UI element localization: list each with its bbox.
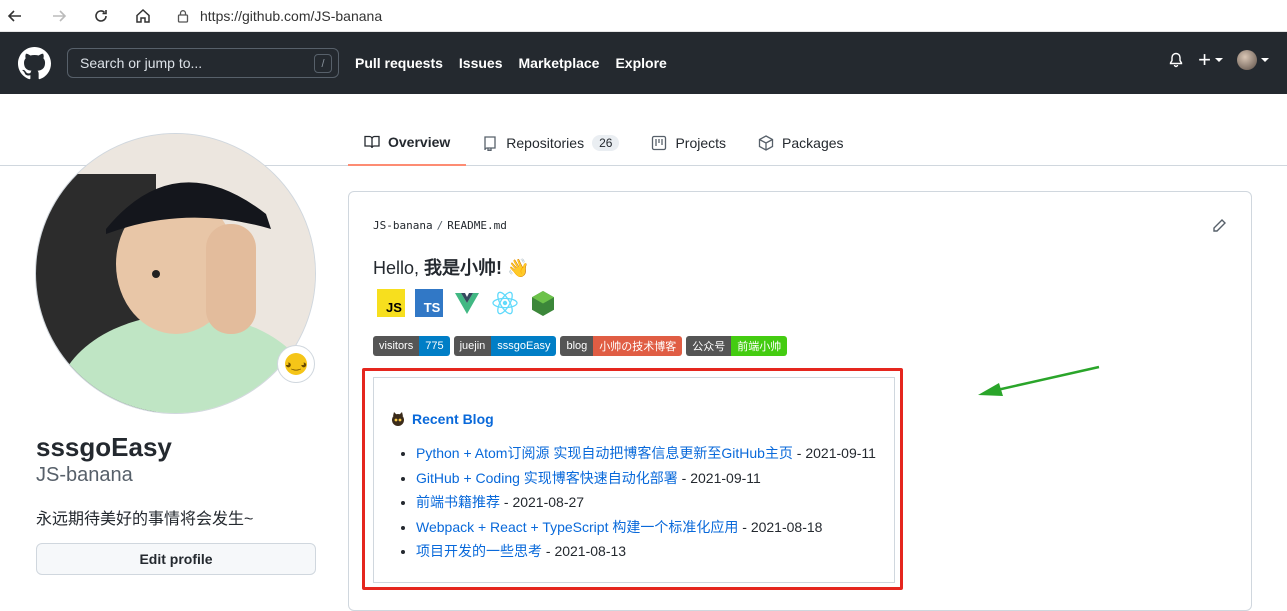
- reload-icon[interactable]: [86, 1, 116, 31]
- repo-icon: [484, 136, 496, 151]
- header-actions: +: [1168, 47, 1269, 72]
- highlight-box: [362, 368, 903, 590]
- tab-packages-label: Packages: [782, 135, 844, 151]
- plus-icon: +: [1198, 47, 1211, 72]
- visitors-badge[interactable]: visitors 775: [373, 336, 450, 356]
- readme-badges: visitors 775 juejin sssgoEasy blog 小帅の技术…: [373, 336, 788, 356]
- repositories-count: 26: [592, 135, 620, 151]
- url-text: https://github.com/JS-banana: [200, 8, 383, 24]
- react-logo-icon: [492, 291, 518, 315]
- tab-projects-label: Projects: [675, 135, 727, 151]
- badge-label: juejin: [453, 336, 492, 356]
- badge-label: blog: [560, 336, 594, 356]
- nav-issues[interactable]: Issues: [459, 55, 503, 71]
- chevron-down-icon: [1261, 58, 1269, 62]
- search-shortcut-key: /: [314, 54, 332, 73]
- tab-projects[interactable]: Projects: [635, 120, 742, 166]
- create-new-dropdown[interactable]: +: [1198, 47, 1223, 72]
- chevron-down-icon: [1215, 58, 1223, 62]
- lock-icon: [177, 10, 189, 23]
- profile-name: sssgoEasy: [36, 432, 172, 462]
- breadcrumb: JS-banana / README.md: [373, 219, 507, 232]
- javascript-logo-icon: JS: [377, 289, 405, 317]
- readme-heading: Hello, 我是小帅! 👋: [373, 254, 529, 280]
- tab-repositories-label: Repositories: [506, 135, 585, 151]
- package-icon: [758, 135, 774, 151]
- badge-value: sssgoEasy: [491, 336, 557, 356]
- nav-pull-requests[interactable]: Pull requests: [355, 55, 443, 71]
- browser-toolbar: https://github.com/JS-banana: [0, 0, 1287, 32]
- blog-badge[interactable]: blog 小帅の技术博客: [560, 336, 683, 356]
- profile-tabs: Overview Repositories 26 Projects Packag…: [348, 120, 860, 166]
- profile-login: JS-banana: [36, 464, 133, 486]
- breadcrumb-file[interactable]: README.md: [447, 219, 507, 232]
- pencil-icon[interactable]: [1211, 218, 1227, 234]
- bell-icon[interactable]: [1168, 52, 1184, 68]
- tab-packages[interactable]: Packages: [742, 120, 859, 166]
- green-arrow-icon: [978, 365, 1100, 396]
- badge-value: 前端小帅: [731, 336, 788, 356]
- wechat-badge[interactable]: 公众号 前端小帅: [686, 336, 788, 356]
- typescript-logo-icon: TS: [415, 289, 443, 317]
- badge-label: visitors: [373, 336, 420, 356]
- github-logo-icon[interactable]: [18, 47, 51, 80]
- nodejs-logo-icon: [532, 291, 554, 316]
- vue-logo-icon: [455, 293, 479, 314]
- avatar: [1237, 50, 1257, 70]
- back-icon[interactable]: [0, 1, 30, 31]
- hello-bold: 我是小帅!: [424, 258, 508, 278]
- profile-bio: 永远期待美好的事情将会发生~: [36, 511, 254, 528]
- nav-explore[interactable]: Explore: [615, 55, 666, 71]
- forward-icon[interactable]: [44, 1, 74, 31]
- tech-stack-logos: JS TS: [377, 289, 557, 317]
- hello-prefix: Hello,: [373, 258, 425, 278]
- juejin-badge[interactable]: juejin sssgoEasy: [453, 336, 557, 356]
- home-icon[interactable]: [128, 1, 158, 31]
- user-menu-dropdown[interactable]: [1237, 50, 1269, 70]
- waving-hand-icon: 👋: [507, 258, 530, 278]
- breadcrumb-owner[interactable]: JS-banana: [373, 219, 433, 232]
- book-icon: [364, 135, 380, 149]
- search-placeholder: Search or jump to...: [80, 55, 203, 71]
- tab-overview-label: Overview: [388, 134, 451, 150]
- profile-avatar[interactable]: [35, 133, 316, 414]
- badge-value: 775: [419, 336, 450, 356]
- status-badge[interactable]: ◕‿◕: [277, 345, 315, 383]
- badge-value: 小帅の技术博客: [593, 336, 683, 356]
- header-nav: Pull requests Issues Marketplace Explore: [355, 55, 667, 71]
- tab-repositories[interactable]: Repositories 26: [466, 120, 635, 166]
- tab-overview[interactable]: Overview: [348, 120, 467, 166]
- emoji-status-icon: ◕‿◕: [285, 353, 307, 375]
- search-input[interactable]: Search or jump to... /: [67, 48, 339, 78]
- address-bar[interactable]: https://github.com/JS-banana: [176, 3, 382, 29]
- badge-label: 公众号: [686, 336, 732, 356]
- edit-profile-button[interactable]: Edit profile: [36, 543, 316, 575]
- nav-marketplace[interactable]: Marketplace: [519, 55, 600, 71]
- project-icon: [652, 135, 667, 151]
- github-header: Search or jump to... / Pull requests Iss…: [0, 32, 1287, 94]
